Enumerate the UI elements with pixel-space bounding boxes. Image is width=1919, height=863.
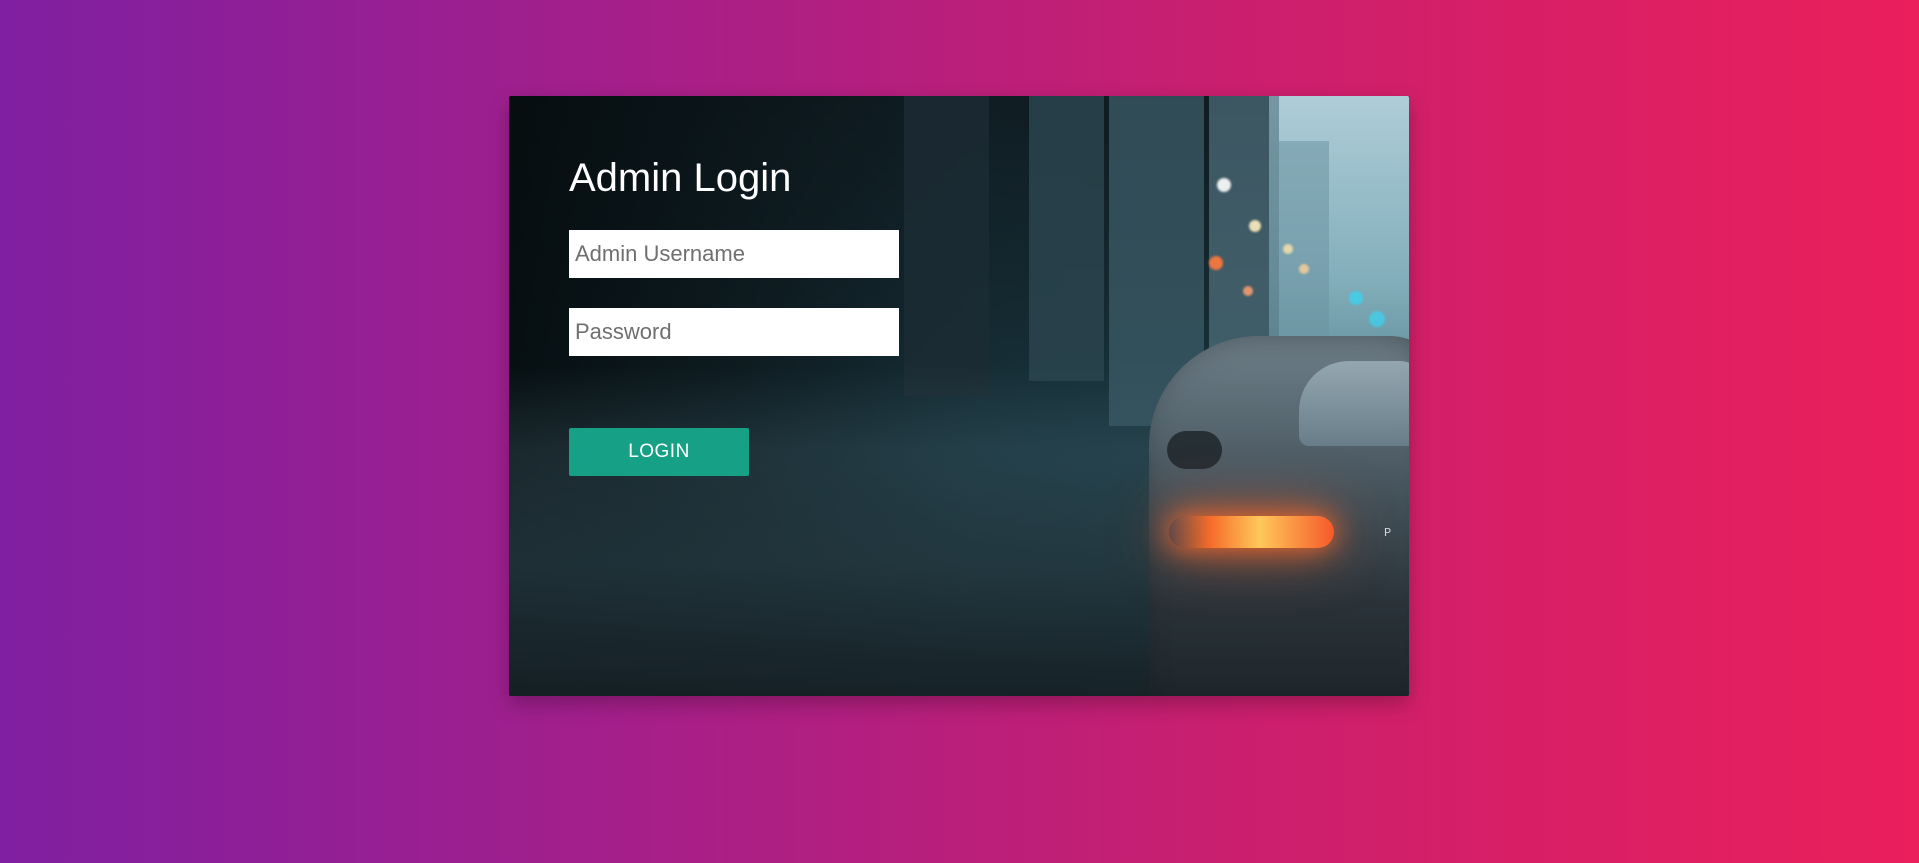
page-title: Admin Login	[569, 156, 792, 200]
background-light	[1243, 286, 1253, 296]
car-mirror	[1167, 431, 1222, 469]
login-form: Admin Login LOGIN	[569, 156, 899, 476]
background-building	[904, 96, 989, 396]
background-light	[1349, 291, 1363, 305]
car-window	[1299, 361, 1409, 446]
background-light	[1299, 264, 1309, 274]
background-car: P	[1149, 336, 1409, 696]
background-light	[1283, 244, 1293, 254]
background-building	[1029, 96, 1104, 381]
login-card: P Admin Login LOGIN	[509, 96, 1409, 696]
background-light	[1209, 256, 1223, 270]
background-light	[1249, 220, 1261, 232]
login-button[interactable]: LOGIN	[569, 428, 749, 476]
username-input[interactable]	[569, 230, 899, 278]
car-badge: P	[1384, 526, 1402, 540]
password-input[interactable]	[569, 308, 899, 356]
background-light	[1369, 311, 1385, 327]
background-light	[1217, 178, 1231, 192]
car-taillight	[1169, 516, 1334, 548]
